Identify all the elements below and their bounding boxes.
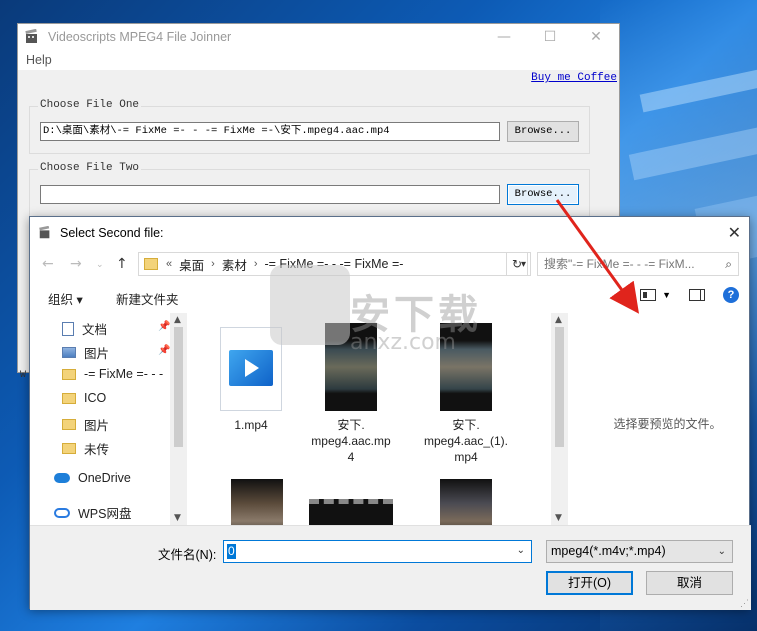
menu-help[interactable]: Help	[26, 53, 52, 67]
nav-item-documents[interactable]: 文档	[62, 319, 107, 338]
help-icon[interactable]: ?	[723, 287, 739, 303]
refresh-icon[interactable]: ↻	[506, 252, 528, 276]
close-button[interactable]: ✕	[573, 24, 619, 50]
view-dropdown-icon[interactable]: ▼	[662, 290, 671, 300]
navigation-pane: 文档 📌 图片 📌 -= FixMe =- - - ICO 图片 未传 OneD…	[30, 313, 187, 525]
chevron-right-icon[interactable]: ›	[211, 258, 215, 270]
pin-icon: 📌	[158, 345, 171, 356]
filename-label: 文件名(N):	[158, 548, 217, 562]
filetype-select[interactable]: mpeg4(*.m4v;*.mp4) ⌄	[546, 540, 733, 563]
nav-item-ico[interactable]: ICO	[62, 391, 106, 405]
dialog-footer: 文件名(N): 0 ⌄ mpeg4(*.m4v;*.mp4) ⌄ 打开(O) 取…	[30, 525, 751, 610]
folder-icon	[62, 419, 76, 430]
filename-input[interactable]: 0 ⌄	[223, 540, 532, 563]
dialog-title: Select Second file:	[60, 225, 164, 240]
browse-file-two-button[interactable]: Browse...	[507, 184, 579, 205]
nav-item-untransferred[interactable]: 未传	[62, 439, 109, 458]
file-item[interactable]	[209, 479, 305, 525]
menubar: Help	[18, 50, 619, 70]
browse-file-one-button[interactable]: Browse...	[507, 121, 579, 142]
buy-coffee-link[interactable]: Buy me Coffee	[531, 72, 617, 84]
wps-cloud-icon	[54, 507, 70, 518]
cancel-button[interactable]: 取消	[646, 571, 733, 595]
recent-locations-chevron-icon[interactable]: ⌄	[96, 260, 104, 270]
dialog-close-icon[interactable]: ✕	[728, 223, 741, 242]
up-arrow-icon[interactable]: ↑	[116, 256, 128, 272]
document-icon	[62, 321, 74, 336]
app-titlebar[interactable]: Videoscripts MPEG4 File Joinner — ☐ ✕	[18, 24, 619, 50]
scroll-up-icon[interactable]: ▲	[555, 315, 562, 325]
app-icon	[25, 29, 37, 43]
choose-file-two-group: Choose File Two Browse...	[29, 162, 590, 217]
resize-grip-icon[interactable]: ⋰	[740, 598, 749, 609]
file-one-path-input[interactable]: D:\桌面\素材\-= FixMe =- - -= FixMe =-\安下.mp…	[40, 122, 500, 141]
file-item[interactable]	[418, 479, 514, 525]
file-list-scrollbar[interactable]: ▲ ▼	[551, 313, 568, 525]
address-segment[interactable]: 素材	[222, 255, 247, 274]
choose-file-one-group: Choose File One D:\桌面\素材\-= FixMe =- - -…	[29, 99, 590, 154]
preview-placeholder-text: 选择要预览的文件。	[613, 417, 722, 431]
minimize-button[interactable]: —	[481, 24, 527, 50]
choose-file-two-label: Choose File Two	[38, 162, 142, 174]
scroll-down-icon[interactable]: ▼	[174, 513, 181, 523]
nav-item-onedrive[interactable]: OneDrive	[54, 471, 131, 485]
app-status-text: W	[20, 370, 27, 381]
filetype-dropdown-icon[interactable]: ⌄	[718, 541, 726, 562]
search-input[interactable]: 搜索"-= FixMe =- - -= FixM... ⌕	[537, 252, 739, 276]
nav-item-pictures[interactable]: 图片	[62, 343, 109, 362]
search-placeholder: 搜索"-= FixMe =- - -= FixM...	[544, 257, 695, 271]
select-file-dialog: Select Second file: ✕ ← → ⌄ ↑ « 桌面 › 素材 …	[29, 216, 751, 610]
filetype-value: mpeg4(*.m4v;*.mp4)	[551, 544, 666, 558]
file-name: 安下. mpeg4.aac_(1). mp4	[423, 418, 509, 464]
folder-icon	[62, 368, 76, 380]
watermark-logo	[270, 265, 350, 345]
folder-icon	[62, 443, 76, 454]
folder-icon	[144, 258, 158, 270]
app-title: Videoscripts MPEG4 File Joinner	[48, 30, 232, 44]
file-name: 1.mp4	[234, 418, 268, 432]
file-name: 安下. mpeg4.aac.mp 4	[311, 418, 391, 464]
nav-item-wps[interactable]: WPS网盘	[54, 503, 131, 522]
change-view-icon[interactable]	[640, 289, 657, 301]
address-overflow-chevron[interactable]: «	[166, 258, 172, 270]
chevron-right-icon[interactable]: ›	[254, 258, 258, 270]
onedrive-icon	[54, 473, 70, 483]
dialog-navigation-row: ← → ⌄ ↑ « 桌面 › 素材 › -= FixMe =- - -= Fix…	[30, 248, 749, 282]
video-thumbnail	[231, 479, 283, 525]
pin-icon: 📌	[158, 321, 171, 332]
pictures-icon	[62, 347, 76, 358]
nav-item-pictures-folder[interactable]: 图片	[62, 415, 109, 434]
dialog-app-icon	[39, 225, 50, 238]
filename-value: 0	[227, 544, 236, 559]
nav-item-fixme-folder[interactable]: -= FixMe =- - -	[62, 367, 163, 381]
address-segment[interactable]: 桌面	[179, 255, 204, 274]
nav-scroll-thumb[interactable]	[174, 327, 183, 447]
folder-icon	[62, 392, 76, 404]
new-folder-button[interactable]: 新建文件夹	[116, 289, 179, 308]
film-strip-icon	[309, 499, 393, 525]
scroll-up-icon[interactable]: ▲	[174, 315, 181, 325]
open-button[interactable]: 打开(O)	[546, 571, 633, 595]
dialog-titlebar[interactable]: Select Second file: ✕	[30, 217, 749, 248]
forward-arrow-icon[interactable]: →	[70, 256, 82, 272]
video-thumbnail	[440, 479, 492, 525]
preview-pane: 选择要预览的文件。	[585, 313, 750, 525]
maximize-button[interactable]: ☐	[527, 24, 573, 50]
organize-menu[interactable]: 组织 ▾	[48, 289, 83, 308]
scroll-down-icon[interactable]: ▼	[555, 513, 562, 523]
choose-file-one-label: Choose File One	[38, 99, 142, 111]
file-two-path-input[interactable]	[40, 185, 500, 204]
back-arrow-icon[interactable]: ←	[42, 256, 54, 272]
filename-dropdown-icon[interactable]: ⌄	[517, 545, 525, 556]
preview-pane-icon[interactable]	[689, 289, 705, 301]
search-icon: ⌕	[725, 257, 732, 271]
file-item[interactable]	[303, 499, 399, 525]
file-scroll-thumb[interactable]	[555, 327, 564, 447]
watermark-subtext: anxz.com	[350, 330, 456, 355]
